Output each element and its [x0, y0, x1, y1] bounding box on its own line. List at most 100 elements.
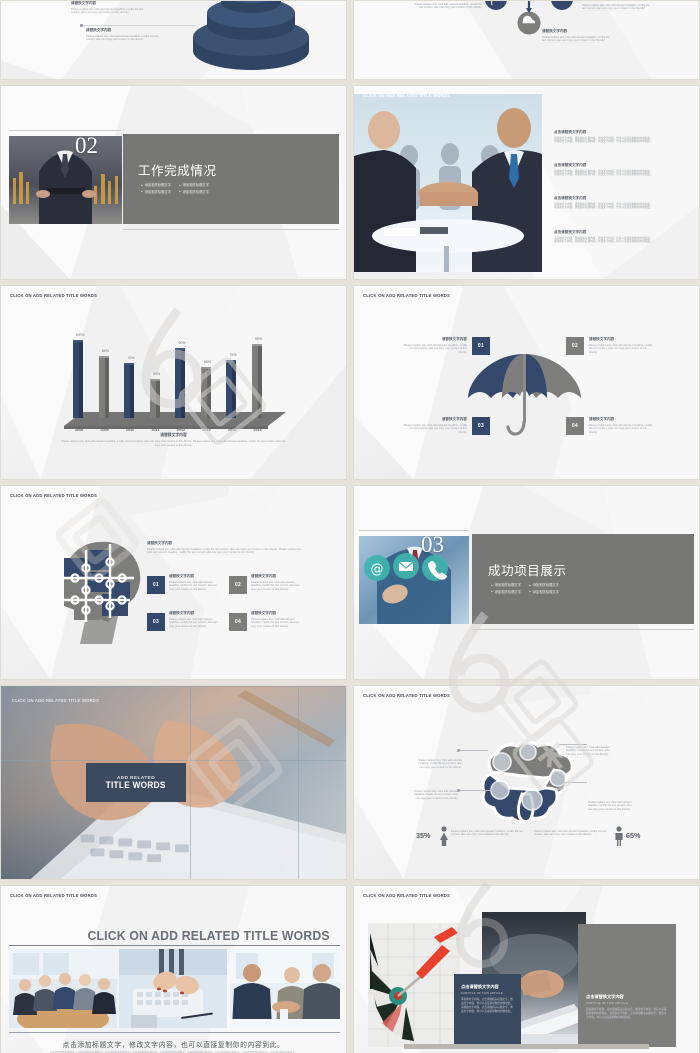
- chip-label: 01: [152, 582, 160, 588]
- section-panel: [472, 534, 694, 624]
- section-number: 02: [75, 133, 98, 158]
- callout: Please replace text, click add relevant …: [588, 799, 634, 812]
- stat-body: Please replace text, click add relevant …: [451, 828, 529, 837]
- photo-handshake: [354, 94, 542, 272]
- number-chip-03[interactable]: 03: [147, 613, 165, 631]
- bar-data-label: 90%: [178, 340, 186, 345]
- big-title: CLICK ON ADD RELATED TITLE WORDS: [87, 928, 330, 943]
- number-chip-01[interactable]: 01: [472, 337, 490, 355]
- chip-label: 02: [234, 582, 242, 588]
- text-item: 请替换文字内容 Please replace text, click add r…: [169, 574, 223, 592]
- item-body: 请替换文字内容，添加相关标题内容，修改文字内容，也可以直接复制你的内容到此。请替…: [554, 136, 653, 144]
- slide-thumb-section-03[interactable]: @ 03 成功项目展示 添加相关标题文字 添加相关标题文字 添加相关标题文字 添…: [353, 485, 700, 680]
- axis-title: 请替换文字内容: [160, 432, 187, 437]
- card-navy[interactable]: 点击请替换文字内容 SUBTITLE OF THIS ARTICLE 请替换文字…: [454, 974, 521, 1047]
- text-item: 请替换文字内容 Please replace text, click add r…: [251, 574, 305, 592]
- bullet-item: 添加相关标题文字: [141, 189, 171, 194]
- hero-title: TITLE WORDS: [105, 780, 167, 790]
- stat-value-female: 35%: [416, 831, 431, 840]
- item-body: 请替换文字内容，添加相关标题内容，修改文字内容，也可以直接复制你的内容到此。请替…: [554, 202, 653, 210]
- bar-data-label: 65%: [203, 360, 212, 365]
- bullet-item: 添加相关标题文字: [491, 582, 521, 587]
- block-title: 请替换文字内容: [86, 28, 112, 32]
- text-block: 请替换文字内容 Please replace text, click add r…: [582, 1, 652, 11]
- text-block: 请替换文字内容 Please replace text, click add r…: [71, 1, 144, 15]
- number-chip-04[interactable]: 04: [229, 613, 247, 631]
- item-title: 点击请替换文字内容: [554, 230, 587, 234]
- section-title: 成功项目展示: [488, 563, 567, 578]
- leader-dot: [80, 23, 83, 27]
- slide-thumb-brain[interactable]: CLICK ON ADD RELATED TITLE WORDS Please …: [353, 685, 700, 880]
- stat-body-text: Please replace text, click add relevant …: [534, 829, 607, 837]
- text-item: 点击请替换文字内容 请替换文字内容，添加相关标题内容，修改文字内容，也可以直接复…: [554, 196, 654, 210]
- slide-thumb-dart-cards[interactable]: CLICK ON ADD RELATED TITLE WORDS 点击请替换文字…: [353, 885, 700, 1053]
- item-body: Please replace text, click add relevant …: [403, 423, 467, 435]
- number-chip-02[interactable]: 02: [229, 576, 247, 594]
- ppt-template-preview: 请替换文字内容 Please replace text, click add r…: [0, 0, 700, 1053]
- svg-text:@: @: [371, 562, 384, 577]
- bar-data-label: 100%: [75, 333, 85, 337]
- slide-eyebrow: CLICK ON ADD RELATED TITLE WORDS: [12, 698, 100, 703]
- slide-thumb-three-photos[interactable]: CLICK ON ADD RELATED TITLE WORDS CLICK O…: [0, 885, 347, 1053]
- card-body: 请替换文字内容，点击添加相关标题文字，修改文字内容，也可以直接复制你的内容到此。…: [461, 998, 513, 1014]
- photo-team-meeting: [9, 949, 117, 1028]
- slide-grid: 请替换文字内容 Please replace text, click add r…: [0, 0, 700, 1053]
- head-puzzle-icon: [64, 541, 141, 644]
- number-chip-04[interactable]: 04: [566, 417, 584, 435]
- grid-line-v: [298, 686, 299, 879]
- block-title: 请替换文字内容: [71, 1, 97, 5]
- number-chip-02[interactable]: 02: [566, 337, 584, 355]
- card-title: 点击请替换文字内容: [586, 994, 624, 999]
- photo-businessman: [9, 136, 122, 224]
- item-body: Please replace text, click add relevant …: [251, 580, 300, 592]
- chip-label: 01: [477, 343, 485, 349]
- slide-thumb-head-puzzle[interactable]: CLICK ON ADD RELATED TITLE WORDS 请替换文字内容…: [0, 485, 347, 680]
- photo-dartboard: [368, 923, 460, 1047]
- number-chip-01[interactable]: 01: [147, 576, 165, 594]
- text-item: 点击请替换文字内容 请替换文字内容，添加相关标题内容，修改文字内容，也可以直接复…: [554, 230, 654, 244]
- stat-value-male: 65%: [626, 831, 641, 840]
- text-item: 请替换文字内容 Please replace text, click add r…: [589, 337, 654, 355]
- slide-thumb-keyboard[interactable]: CLICK ON ADD RELATED TITLE WORDS ADD REL…: [0, 685, 347, 880]
- lead-body: Please replace text, click add relevant …: [147, 547, 302, 555]
- card-subtitle: SUBTITLE OF THIS ARTICLE: [461, 992, 503, 995]
- bullet-item: 添加相关标题文字: [179, 189, 209, 194]
- slide-thumb-hub[interactable]: Please replace text, click add relevant …: [353, 0, 700, 80]
- block-body: Please replace text, click add relevant …: [71, 7, 144, 15]
- item-body: Please replace text, click add relevant …: [251, 617, 300, 629]
- bar-2013: [200, 367, 211, 418]
- leader-line: [81, 25, 196, 26]
- grid-line-v: [190, 686, 191, 879]
- divider: [359, 530, 469, 531]
- text-item: 请替换文字内容 Please replace text, click add r…: [251, 611, 305, 629]
- chart-note: Please replace text, click add relevant …: [61, 440, 286, 447]
- base-shadow: [404, 1044, 649, 1049]
- slide-eyebrow: CLICK ON ADD RELATED TITLE WORDS: [363, 93, 451, 98]
- slide-eyebrow: CLICK ON ADD RELATED TITLE WORDS: [363, 293, 451, 298]
- number-chip-03[interactable]: 03: [472, 417, 490, 435]
- item-body: Please replace text, click add relevant …: [403, 343, 467, 355]
- slide-thumb-cone[interactable]: 请替换文字内容 Please replace text, click add r…: [0, 0, 347, 80]
- bar-data-label: 70%: [127, 356, 135, 361]
- chip-label: 04: [571, 423, 579, 429]
- slide-eyebrow: CLICK ON ADD RELATED TITLE WORDS: [10, 493, 98, 498]
- item-title: 请替换文字内容: [441, 417, 467, 421]
- item-body: Please replace text, click add relevant …: [169, 580, 218, 592]
- card-gray[interactable]: 点击请替换文字内容 SUBTITLE OF THIS ARTICLE 请替换文字…: [578, 924, 676, 1047]
- text-block: 请替换文字内容 Please replace text, click add r…: [86, 28, 159, 42]
- slide-thumb-umbrella[interactable]: CLICK ON ADD RELATED TITLE WORDS 01 02 0…: [353, 285, 700, 480]
- chip-label: 03: [477, 423, 485, 429]
- photo-content: [9, 949, 117, 1028]
- item-title: 请替换文字内容: [169, 574, 195, 578]
- lead-block: 请替换文字内容 Please replace text, click add r…: [147, 541, 307, 555]
- slide-thumb-section-02[interactable]: 02 工作完成情况 添加相关标题文字 添加相关标题文字 添加相关标题文字 添加相…: [0, 85, 347, 280]
- slide-eyebrow: CLICK ON ADD RELATED TITLE WORDS: [363, 893, 451, 898]
- bar-2012: [175, 347, 185, 418]
- slide-thumb-barchart[interactable]: CLICK ON ADD RELATED TITLE WORDS 100% 80%…: [0, 285, 347, 480]
- callout-body: Please replace text, click add relevant …: [566, 745, 610, 757]
- slide-thumb-handshake[interactable]: CLICK ON ADD RELATED TITLE WORDS 点击请替换文字…: [353, 85, 700, 280]
- callout-body: Please replace text, click add relevant …: [414, 789, 458, 801]
- grid-line-h: [1, 686, 346, 687]
- item-title: 点击请替换文字内容: [554, 196, 587, 200]
- section-number: 03: [421, 532, 444, 557]
